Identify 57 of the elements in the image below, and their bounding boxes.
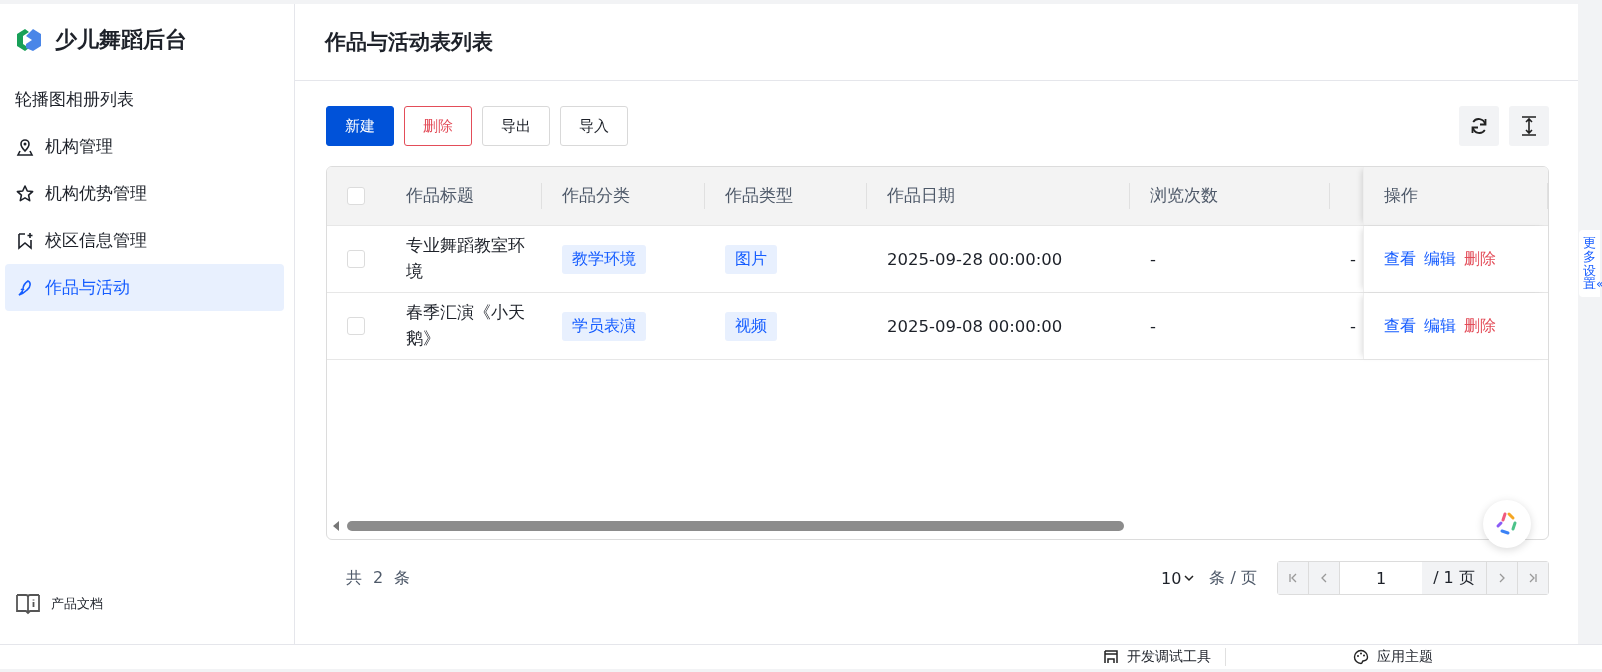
action-link[interactable]: 编辑 xyxy=(1424,315,1456,337)
table-cell: - xyxy=(1150,249,1156,269)
sidebar-item[interactable]: 作品与活动 xyxy=(5,264,284,311)
table-cell-text: 专业舞蹈教室环境 xyxy=(406,235,526,283)
table-cell: - xyxy=(1350,249,1356,269)
page-title: 作品与活动表列表 xyxy=(325,29,493,56)
toolbar-button[interactable]: 导入 xyxy=(560,106,628,146)
sidebar-item[interactable]: 机构管理 xyxy=(5,123,284,170)
total-count: 共 2 条 xyxy=(346,567,414,589)
theme-link[interactable]: 应用主题 xyxy=(1377,648,1433,666)
row-height-icon[interactable] xyxy=(1509,106,1549,146)
table-cell: - xyxy=(1150,316,1156,336)
action-link[interactable]: 查看 xyxy=(1384,315,1416,337)
debug-window-icon xyxy=(1103,649,1119,665)
sidebar-item[interactable]: 机构优势管理 xyxy=(5,170,284,217)
category-tag: 教学环境 xyxy=(562,244,646,274)
book-icon xyxy=(15,592,41,616)
column-header: 浏览次数 xyxy=(1150,185,1218,207)
row-checkbox[interactable] xyxy=(347,250,365,268)
delete-link[interactable]: 删除 xyxy=(1464,248,1496,270)
column-header: 作品标题 xyxy=(406,185,474,207)
more-settings-tab[interactable]: 更多设置« xyxy=(1579,230,1600,297)
docs-link[interactable]: 产品文档 xyxy=(51,595,103,613)
dev-tools-link[interactable]: 开发调试工具 xyxy=(1127,648,1211,666)
logo-icon xyxy=(15,28,43,52)
page-size-label: 条 / 页 xyxy=(1209,567,1257,589)
table-cell: 2025-09-28 00:00:00 xyxy=(887,249,1063,269)
column-header: 作品日期 xyxy=(887,185,955,207)
sidebar-item[interactable]: 校区信息管理 xyxy=(5,217,284,264)
type-tag: 视频 xyxy=(725,311,777,341)
sidebar-item[interactable]: 轮播图相册列表 xyxy=(5,76,284,123)
column-header: 作品类型 xyxy=(725,185,793,207)
page-size-select[interactable]: 10 xyxy=(1161,568,1196,588)
scrollbar-thumb[interactable] xyxy=(347,521,1124,531)
app-name: 少儿舞蹈后台 xyxy=(55,26,187,54)
table-cell: - xyxy=(1350,316,1356,336)
bookmark-icon xyxy=(15,230,35,251)
chevron-down-icon xyxy=(1183,572,1196,584)
row-checkbox[interactable] xyxy=(347,317,365,335)
map-pin-icon xyxy=(15,136,35,157)
new-button[interactable]: 新建 xyxy=(326,106,394,146)
type-tag: 图片 xyxy=(725,244,777,274)
star-icon xyxy=(15,183,35,204)
column-header: 作品分类 xyxy=(562,185,630,207)
table-cell-text: 春季汇演《小天鹅》 xyxy=(406,302,526,350)
action-link[interactable]: 编辑 xyxy=(1424,248,1456,270)
refresh-icon[interactable] xyxy=(1459,106,1499,146)
delete-link[interactable]: 删除 xyxy=(1464,315,1496,337)
delete-button[interactable]: 删除 xyxy=(404,106,472,146)
scroll-left-icon[interactable] xyxy=(333,521,339,531)
select-all-checkbox[interactable] xyxy=(347,187,365,205)
palette-icon xyxy=(1353,649,1369,665)
category-tag: 学员表演 xyxy=(562,311,646,341)
action-link[interactable]: 查看 xyxy=(1384,248,1416,270)
column-header: 操作 xyxy=(1384,185,1418,207)
table-cell: 2025-09-08 00:00:00 xyxy=(887,316,1063,336)
toolbar-button[interactable]: 导出 xyxy=(482,106,550,146)
